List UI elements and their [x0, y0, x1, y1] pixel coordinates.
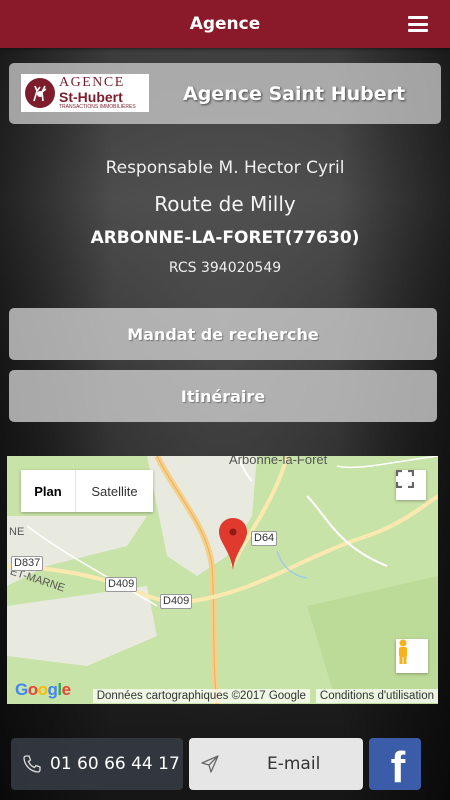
contact-bar: 01 60 66 44 17 E-mail f	[0, 736, 450, 792]
phone-number: 01 60 66 44 17	[50, 754, 180, 774]
city-address: ARBONNE-LA-FORET(77630)	[90, 228, 360, 248]
google-map[interactable]: Arbonne-la-Forêt NE ET-MARNE D837 D409 D…	[7, 456, 438, 704]
deer-seal-icon	[25, 78, 55, 108]
street-address: Route de Milly	[154, 192, 296, 216]
rcs-number: RCS 394020549	[168, 260, 282, 276]
hamburger-menu-icon[interactable]	[408, 16, 428, 32]
fullscreen-icon[interactable]	[396, 470, 426, 500]
page-title: Agence	[189, 14, 261, 34]
logo-line-1: AGENCE	[59, 75, 125, 90]
map-attribution: Données cartographiques ©2017 Google Con…	[92, 688, 438, 704]
itineraire-button[interactable]: Itinéraire	[9, 370, 437, 422]
road-label-d409-a: D409	[105, 577, 138, 592]
agency-name: Agence Saint Hubert	[183, 83, 406, 105]
map-data-credit: Données cartographiques ©2017 Google	[92, 689, 310, 703]
road-label-d64: D64	[251, 531, 278, 546]
logo-line-2: St-Hubert	[59, 89, 123, 105]
map-type-control: Plan Satellite	[21, 470, 153, 512]
road-label-d409-b: D409	[160, 594, 193, 609]
responsable-text: Responsable M. Hector Cyril	[105, 158, 345, 178]
phone-icon	[23, 755, 41, 773]
facebook-icon: f	[390, 743, 406, 790]
road-label-d837: D837	[11, 556, 44, 571]
logo-line-3: TRANSACTIONS IMMOBILIÈRES	[59, 104, 136, 110]
map-type-satellite-button[interactable]: Satellite	[76, 470, 153, 512]
map-place-label: Arbonne-la-Forêt	[229, 456, 328, 467]
agency-logo: AGENCE St-Hubert TRANSACTIONS IMMOBILIÈR…	[21, 74, 149, 112]
street-view-pegman-icon[interactable]	[396, 639, 428, 673]
map-type-plan-button[interactable]: Plan	[21, 470, 76, 512]
top-app-bar: Agence	[0, 0, 450, 48]
email-label: E-mail	[267, 754, 321, 774]
map-terms-link[interactable]: Conditions d'utilisation	[315, 689, 438, 703]
send-icon	[201, 755, 219, 773]
google-logo: Google	[15, 680, 71, 699]
phone-button[interactable]: 01 60 66 44 17	[11, 738, 183, 790]
mandat-recherche-button[interactable]: Mandat de recherche	[9, 308, 437, 360]
map-region-fragment-2: NE	[9, 526, 25, 538]
agency-card: AGENCE St-Hubert TRANSACTIONS IMMOBILIÈR…	[9, 63, 441, 124]
email-button[interactable]: E-mail	[189, 738, 363, 790]
facebook-button[interactable]: f	[369, 738, 421, 790]
